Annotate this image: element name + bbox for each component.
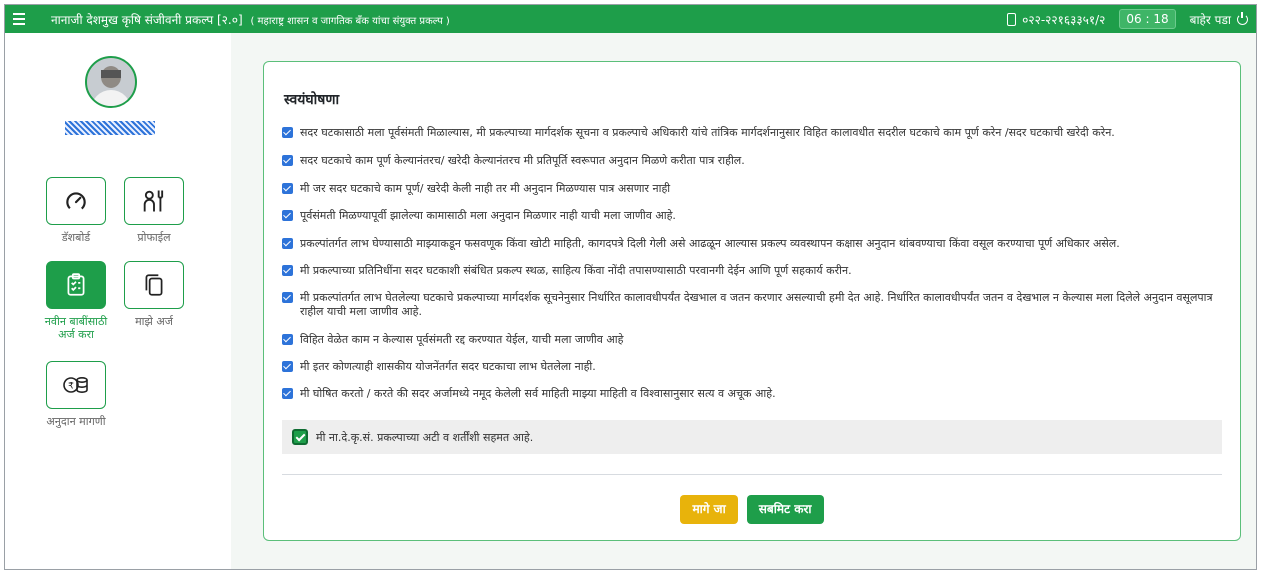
sidebar-item-dashboard[interactable]: डॅशबोर्ड [39, 177, 113, 244]
submit-button[interactable]: सबमिट करा [746, 495, 824, 524]
checkbox-checked-icon[interactable] [282, 238, 293, 249]
declaration-text: मी जर सदर घटकाचे काम पूर्ण/ खरेदी केली न… [300, 182, 671, 195]
declaration-text: पूर्वसंमती मिळण्यापूर्वी झालेल्या कामासा… [300, 209, 676, 222]
checkbox-checked-icon[interactable] [282, 210, 293, 221]
copy-icon [124, 261, 184, 309]
avatar[interactable] [85, 56, 137, 108]
utensils-icon [124, 177, 184, 225]
declaration-item[interactable]: सदर घटकासाठी मला पूर्वसंमती मिळाल्यास, म… [282, 126, 1222, 140]
sidebar-item-subsidy-claim[interactable]: ₹ अनुदान मागणी [39, 361, 113, 428]
svg-text:₹: ₹ [68, 382, 74, 392]
divider [282, 474, 1222, 475]
declaration-text: विहित वेळेत काम न केल्यास पूर्वसंमती रद्… [300, 333, 624, 346]
sidebar-item-profile[interactable]: प्रोफाईल [117, 177, 191, 244]
terms-checkbox[interactable] [292, 429, 308, 445]
declaration-item[interactable]: मी प्रकल्पाच्या प्रतिनिधींना सदर घटकाशी … [282, 264, 1222, 278]
sidebar-item-label: अनुदान मागणी [46, 415, 106, 428]
session-timer: 06 : 18 [1119, 9, 1176, 29]
sidebar-item-my-applications[interactable]: माझे अर्ज [117, 261, 191, 328]
sidebar-item-label: डॅशबोर्ड [61, 231, 91, 244]
checkbox-checked-icon[interactable] [282, 388, 293, 399]
gauge-icon [46, 177, 106, 225]
declaration-text: सदर घटकाचे काम पूर्ण केल्यानंतरच/ खरेदी … [300, 154, 745, 167]
terms-label: मी ना.दे.कृ.सं. प्रकल्पाच्या अटी व शर्ती… [316, 430, 534, 444]
checkbox-checked-icon[interactable] [282, 334, 293, 345]
declaration-text: सदर घटकासाठी मला पूर्वसंमती मिळाल्यास, म… [300, 126, 1115, 139]
checkbox-checked-icon[interactable] [282, 265, 293, 276]
declaration-text: प्रकल्पांतर्गत लाभ घेण्यासाठी माझ्याकडून… [300, 237, 1120, 250]
username-redacted [65, 121, 155, 135]
declaration-item[interactable]: मी प्रकल्पांतर्गत लाभ घेतलेल्या घटकाचे प… [282, 291, 1222, 319]
checkbox-checked-icon[interactable] [282, 155, 293, 166]
declaration-item[interactable]: प्रकल्पांतर्गत लाभ घेण्यासाठी माझ्याकडून… [282, 237, 1222, 251]
declaration-text: मी घोषित करतो / करते की सदर अर्जामध्ये न… [300, 387, 776, 400]
sidebar-item-label: माझे अर्ज [135, 315, 173, 328]
action-buttons: मागे जा सबमिट करा [264, 495, 1240, 524]
declaration-item[interactable]: मी इतर कोणत्याही शासकीय योजनेंतर्गत सदर … [282, 360, 1222, 374]
sidebar-item-new-application[interactable]: नवीन बाबींसाठी अर्ज करा [39, 261, 113, 341]
helpline-number: ०२२-२२१६३३५१/२ [1022, 12, 1106, 27]
top-bar: नानाजी देशमुख कृषि संजीवनी प्रकल्प [२.०]… [5, 5, 1256, 33]
power-icon [1237, 11, 1248, 25]
sidebar-item-label: प्रोफाईल [137, 231, 171, 244]
avatar-shirt [91, 90, 131, 106]
page-title: स्वयंघोषणा [284, 92, 340, 108]
top-bar-right: ०२२-२२१६३३५१/२ 06 : 18 बाहेर पडा [1007, 9, 1256, 29]
app-frame: नानाजी देशमुख कृषि संजीवनी प्रकल्प [२.०]… [4, 4, 1257, 570]
logout-label: बाहेर पडा [1189, 12, 1231, 27]
declaration-text: मी प्रकल्पाच्या प्रतिनिधींना सदर घटकाशी … [300, 264, 852, 277]
helpline: ०२२-२२१६३३५१/२ [1007, 11, 1105, 28]
app-subtitle: ( महाराष्ट्र शासन व जागतिक बँक यांचा संय… [250, 15, 450, 27]
checkbox-checked-icon[interactable] [282, 292, 293, 303]
checkbox-checked-icon[interactable] [282, 127, 293, 138]
declaration-item[interactable]: मी घोषित करतो / करते की सदर अर्जामध्ये न… [282, 387, 1222, 401]
declaration-item[interactable]: मी जर सदर घटकाचे काम पूर्ण/ खरेदी केली न… [282, 182, 1222, 196]
phone-icon [1007, 12, 1017, 26]
declaration-item[interactable]: पूर्वसंमती मिळण्यापूर्वी झालेल्या कामासा… [282, 209, 1222, 223]
menu-icon[interactable] [13, 10, 31, 28]
app-title-text: नानाजी देशमुख कृषि संजीवनी प्रकल्प [२.०] [51, 12, 243, 27]
clipboard-check-icon [46, 261, 106, 309]
app-title: नानाजी देशमुख कृषि संजीवनी प्रकल्प [२.०]… [51, 11, 450, 28]
logout-button[interactable]: बाहेर पडा [1190, 11, 1248, 28]
declaration-item[interactable]: सदर घटकाचे काम पूर्ण केल्यानंतरच/ खरेदी … [282, 154, 1222, 168]
back-button[interactable]: मागे जा [680, 495, 738, 524]
main-content: स्वयंघोषणा सदर घटकासाठी मला पूर्वसंमती म… [231, 33, 1256, 569]
declaration-text: मी इतर कोणत्याही शासकीय योजनेंतर्गत सदर … [300, 360, 596, 373]
declaration-card: स्वयंघोषणा सदर घटकासाठी मला पूर्वसंमती म… [263, 61, 1241, 541]
avatar-redaction [101, 70, 121, 78]
coins-icon: ₹ [46, 361, 106, 409]
declaration-item[interactable]: विहित वेळेत काम न केल्यास पूर्वसंमती रद्… [282, 333, 1222, 347]
sidebar: डॅशबोर्ड प्रोफाईल नवीन बाबींसाठी अर्ज कर… [5, 33, 231, 569]
declaration-text: मी प्रकल्पांतर्गत लाभ घेतलेल्या घटकाचे प… [300, 291, 1213, 318]
checkbox-checked-icon[interactable] [282, 183, 293, 194]
sidebar-item-label: नवीन बाबींसाठी अर्ज करा [44, 315, 108, 341]
checkbox-checked-icon[interactable] [282, 361, 293, 372]
terms-agreement[interactable]: मी ना.दे.कृ.सं. प्रकल्पाच्या अटी व शर्ती… [282, 420, 1222, 454]
